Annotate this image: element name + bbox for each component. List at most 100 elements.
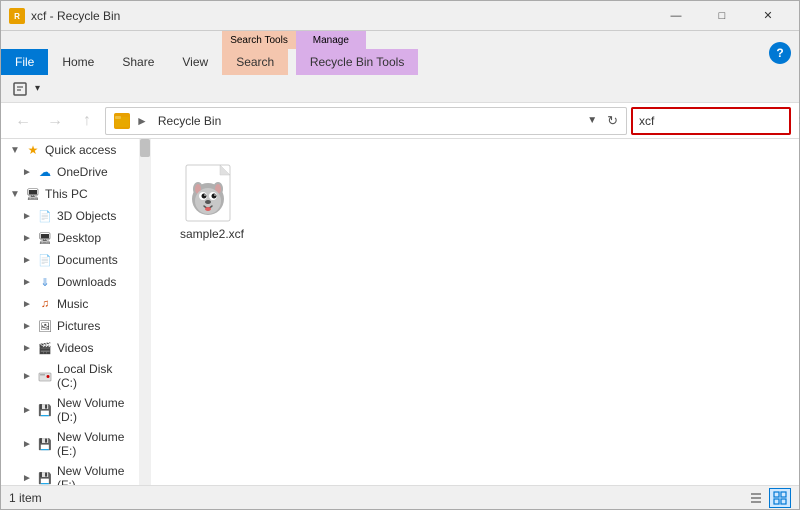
search-box[interactable]: ✕: [631, 107, 791, 135]
expand-icon: ▼: [9, 145, 21, 156]
sidebar-item-quick-access[interactable]: ▼ ★ Quick access: [1, 139, 139, 161]
search-input[interactable]: [639, 114, 794, 128]
sidebar-label-onedrive: OneDrive: [57, 165, 108, 179]
details-view-button[interactable]: [745, 488, 767, 508]
sidebar-label-quick-access: Quick access: [45, 143, 116, 157]
context-label-search: Search Tools: [222, 31, 296, 49]
sidebar-label-volume-f: New Volume (F:): [57, 464, 135, 485]
tab-search[interactable]: Search: [222, 49, 288, 75]
sidebar-label-local-disk-c: Local Disk (C:): [57, 362, 135, 390]
navigation-bar: ← → ↑ ► Recycle Bin ▼ ↻ ✕: [1, 103, 799, 139]
address-dropdown-arrow[interactable]: ▼: [587, 115, 597, 126]
sidebar-item-this-pc[interactable]: ▼ 🖥 This PC: [1, 183, 139, 205]
forward-button[interactable]: →: [41, 107, 69, 135]
normal-tabs: File Home Share View: [1, 31, 222, 75]
address-folder-icon: [114, 113, 130, 129]
window-title: xcf - Recycle Bin: [31, 9, 120, 23]
sidebar-label-pictures: Pictures: [57, 319, 100, 333]
title-bar: R xcf - Recycle Bin — □ ✕: [1, 1, 799, 31]
app-icon: R: [9, 8, 25, 24]
folder-3d-icon: 📄: [37, 208, 53, 224]
up-button[interactable]: ↑: [73, 107, 101, 135]
disk-c-icon: [37, 368, 53, 384]
tab-file[interactable]: File: [1, 49, 48, 75]
window-controls: — □ ✕: [653, 1, 791, 31]
sidebar-label-volume-e: New Volume (E:): [57, 430, 135, 458]
tab-home[interactable]: Home: [48, 49, 108, 75]
music-icon: ♫: [37, 296, 53, 312]
expand-icon: ►: [21, 343, 33, 354]
tab-share[interactable]: Share: [108, 49, 168, 75]
expand-icon: ►: [21, 473, 33, 484]
maximize-button[interactable]: □: [699, 1, 745, 31]
downloads-icon: ⇓: [37, 274, 53, 290]
expand-icon: ►: [21, 233, 33, 244]
close-button[interactable]: ✕: [745, 1, 791, 31]
sidebar-item-desktop[interactable]: ► 🖥 Desktop: [1, 227, 139, 249]
expand-icon: ►: [21, 255, 33, 266]
qa-dropdown-arrow[interactable]: ▾: [35, 83, 40, 94]
help-button[interactable]: ?: [769, 42, 791, 64]
context-tabs-search: Search: [222, 49, 296, 75]
context-group-search: Search Tools Search: [222, 31, 296, 75]
title-bar-left: R xcf - Recycle Bin: [9, 8, 120, 24]
expand-icon: ►: [21, 211, 33, 222]
sidebar-label-music: Music: [57, 297, 88, 311]
sidebar-item-volume-f[interactable]: ► 💾 New Volume (F:): [1, 461, 139, 485]
context-group-manage: Manage Recycle Bin Tools: [296, 31, 419, 75]
pc-icon: 🖥: [25, 186, 41, 202]
cloud-icon: ☁: [37, 164, 53, 180]
back-button[interactable]: ←: [9, 107, 37, 135]
file-icon: [182, 163, 242, 223]
view-buttons: [745, 488, 791, 508]
sidebar-label-documents: Documents: [57, 253, 118, 267]
expand-icon: ►: [21, 405, 33, 416]
disk-d-icon: 💾: [37, 402, 53, 418]
item-count: 1 item: [9, 491, 42, 505]
expand-icon: ►: [21, 299, 33, 310]
sidebar-item-downloads[interactable]: ► ⇓ Downloads: [1, 271, 139, 293]
sidebar-item-music[interactable]: ► ♫ Music: [1, 293, 139, 315]
sidebar-label-downloads: Downloads: [57, 275, 116, 289]
sidebar-scrollbar[interactable]: [139, 139, 151, 485]
sidebar-label-volume-d: New Volume (D:): [57, 396, 135, 424]
expand-icon: ►: [21, 321, 33, 332]
tab-recycle-bin-tools[interactable]: Recycle Bin Tools: [296, 49, 419, 75]
minimize-button[interactable]: —: [653, 1, 699, 31]
address-path: Recycle Bin: [158, 114, 581, 128]
sidebar-item-local-disk-c[interactable]: ► Local Disk (C:): [1, 359, 139, 393]
sidebar-item-volume-d[interactable]: ► 💾 New Volume (D:): [1, 393, 139, 427]
sidebar-item-volume-e[interactable]: ► 💾 New Volume (E:): [1, 427, 139, 461]
context-label-row-search: Search Tools: [222, 31, 296, 49]
sidebar-item-3d-objects[interactable]: ► 📄 3D Objects: [1, 205, 139, 227]
sidebar-item-pictures[interactable]: ► 🖼 Pictures: [1, 315, 139, 337]
sidebar-label-3d-objects: 3D Objects: [57, 209, 116, 223]
disk-f-icon: 💾: [37, 470, 53, 485]
address-separator: ►: [136, 114, 148, 128]
disk-e-icon: 💾: [37, 436, 53, 452]
sidebar-label-this-pc: This PC: [45, 187, 88, 201]
large-icons-view-button[interactable]: [769, 488, 791, 508]
sidebar-label-videos: Videos: [57, 341, 93, 355]
refresh-icon[interactable]: ↻: [607, 113, 618, 129]
sidebar-item-onedrive[interactable]: ► ☁ OneDrive: [1, 161, 139, 183]
expand-icon: ▼: [9, 189, 21, 200]
pictures-icon: 🖼: [37, 318, 53, 334]
expand-icon: ►: [21, 371, 33, 382]
list-item[interactable]: sample2.xcf: [167, 155, 257, 249]
address-bar[interactable]: ► Recycle Bin ▼ ↻: [105, 107, 627, 135]
context-tabs-manage: Recycle Bin Tools: [296, 49, 419, 75]
expand-icon: ►: [21, 167, 33, 178]
star-icon: ★: [25, 142, 41, 158]
desktop-folder-icon: 🖥: [37, 230, 53, 246]
videos-icon: 🎬: [37, 340, 53, 356]
quick-access-toolbar: ▾: [1, 75, 799, 103]
sidebar-item-videos[interactable]: ► 🎬 Videos: [1, 337, 139, 359]
qa-properties-button[interactable]: [9, 78, 31, 100]
ribbon-tabs-row: File Home Share View Search Tools Search…: [1, 31, 799, 75]
tab-view[interactable]: View: [168, 49, 222, 75]
documents-icon: 📄: [37, 252, 53, 268]
context-label-manage: Manage: [296, 31, 366, 49]
scrollbar-thumb[interactable]: [140, 139, 150, 157]
sidebar-item-documents[interactable]: ► 📄 Documents: [1, 249, 139, 271]
